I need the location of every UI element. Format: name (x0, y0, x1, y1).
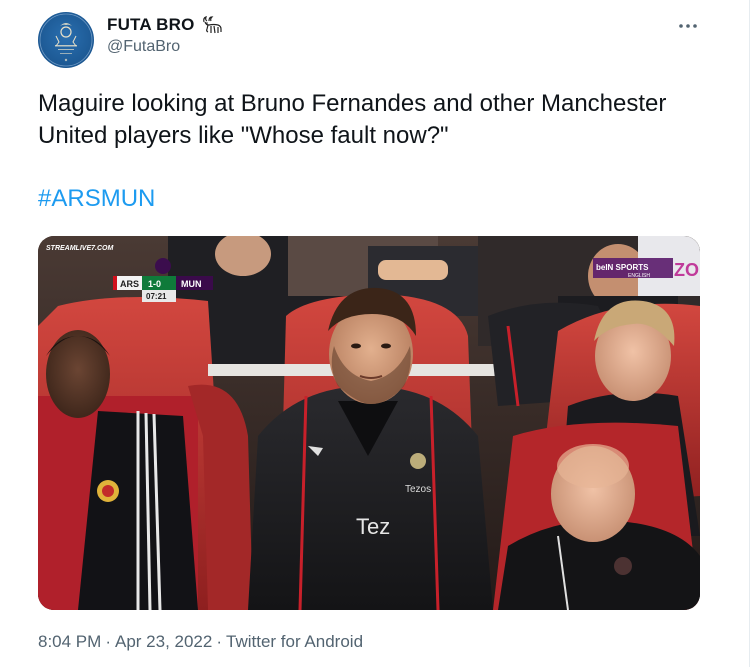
broadcaster-logo: beIN SPORTS ENGLISH ZO (593, 258, 699, 280)
score-clock: 07:21 (146, 292, 167, 301)
tweet-card: FUTA BRO @FutaBro Maguire looking at Bru… (0, 0, 750, 667)
meta-separator: · (105, 632, 111, 651)
tweet-meta: 8:04 PM · Apr 23, 2022 · Twitter for And… (38, 632, 363, 652)
tweet-date[interactable]: Apr 23, 2022 (115, 632, 212, 652)
goat-icon (202, 16, 222, 34)
sponsor-text: Tezos (405, 484, 431, 495)
author-handle[interactable]: @FutaBro (107, 38, 180, 56)
author-name-row[interactable]: FUTA BRO (107, 13, 224, 37)
author-display-name[interactable]: FUTA BRO (107, 15, 195, 35)
meta-separator: · (216, 632, 223, 651)
avatar[interactable] (38, 12, 94, 68)
more-options-button[interactable] (676, 14, 700, 38)
score-value: 1-0 (148, 279, 161, 289)
svg-text:ZO: ZO (674, 260, 699, 280)
tweet-media-image[interactable]: Tezos Tez STREAMLIVE7.COM ARS 1-0 MUN 07… (38, 236, 700, 610)
futa-logo-icon (39, 13, 93, 67)
tweet-client[interactable]: Twitter for Android (226, 632, 363, 652)
hashtag-link[interactable]: #ARSMUN (38, 185, 155, 213)
broadcaster-sub: ENGLISH (628, 273, 650, 279)
score-away-team: MUN (181, 279, 202, 289)
more-dots-icon (679, 24, 697, 28)
match-broadcast-image: Tezos Tez STREAMLIVE7.COM ARS 1-0 MUN 07… (38, 236, 700, 610)
tweet-text: Maguire looking at Bruno Fernandes and o… (38, 90, 667, 149)
tweet-time[interactable]: 8:04 PM (38, 632, 101, 652)
broadcaster-name: beIN SPORTS (596, 263, 649, 272)
jersey-text: Tez (356, 514, 390, 539)
score-home-team: ARS (120, 279, 139, 289)
watermark-text: STREAMLIVE7.COM (46, 245, 113, 252)
